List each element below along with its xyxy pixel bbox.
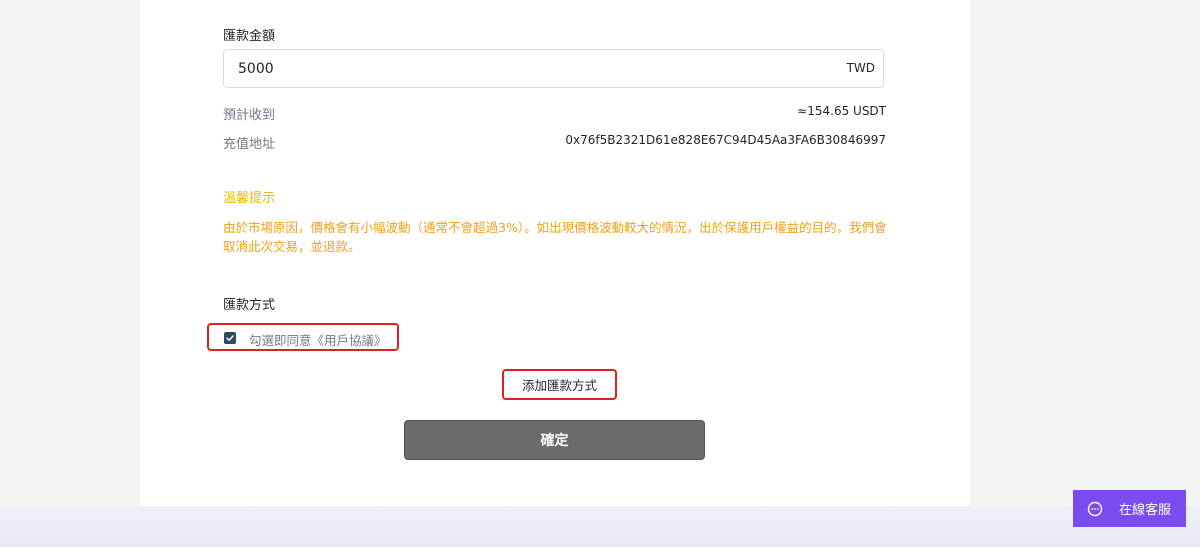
online-support-label: 在線客服 (1119, 503, 1172, 518)
currency-label: TWD (846, 61, 875, 75)
tip-title: 溫馨提示 (223, 191, 276, 206)
add-payment-method-button[interactable]: 添加匯款方式 (502, 369, 617, 400)
expected-label: 預計收到 (223, 108, 276, 123)
amount-input[interactable] (238, 50, 798, 87)
online-support-button[interactable]: 在線客服 (1073, 490, 1186, 527)
payment-method-label: 匯款方式 (223, 298, 276, 313)
page-bottom-band (0, 506, 1200, 547)
chat-bubble-icon (1087, 501, 1103, 516)
expected-value: ≈154.65 USDT (797, 104, 886, 118)
amount-label: 匯款金額 (223, 29, 276, 44)
address-label: 充值地址 (223, 137, 276, 152)
address-value: 0x76f5B2321D61e828E67C94D45Aa3FA6B308469… (565, 133, 886, 147)
agreement-text[interactable]: 勾選即同意《用戶協議》 (249, 330, 387, 349)
tip-text: 由於市場原因，價格會有小幅波動（通常不會超過3%）。如出現價格波動較大的情況，出… (223, 220, 887, 254)
amount-field[interactable]: TWD (223, 49, 884, 88)
agreement-checkbox[interactable] (224, 332, 236, 344)
confirm-button[interactable]: 確定 (404, 420, 705, 460)
agreement-checkbox-row[interactable]: 勾選即同意《用戶協議》 (207, 323, 399, 351)
check-icon (226, 335, 234, 341)
